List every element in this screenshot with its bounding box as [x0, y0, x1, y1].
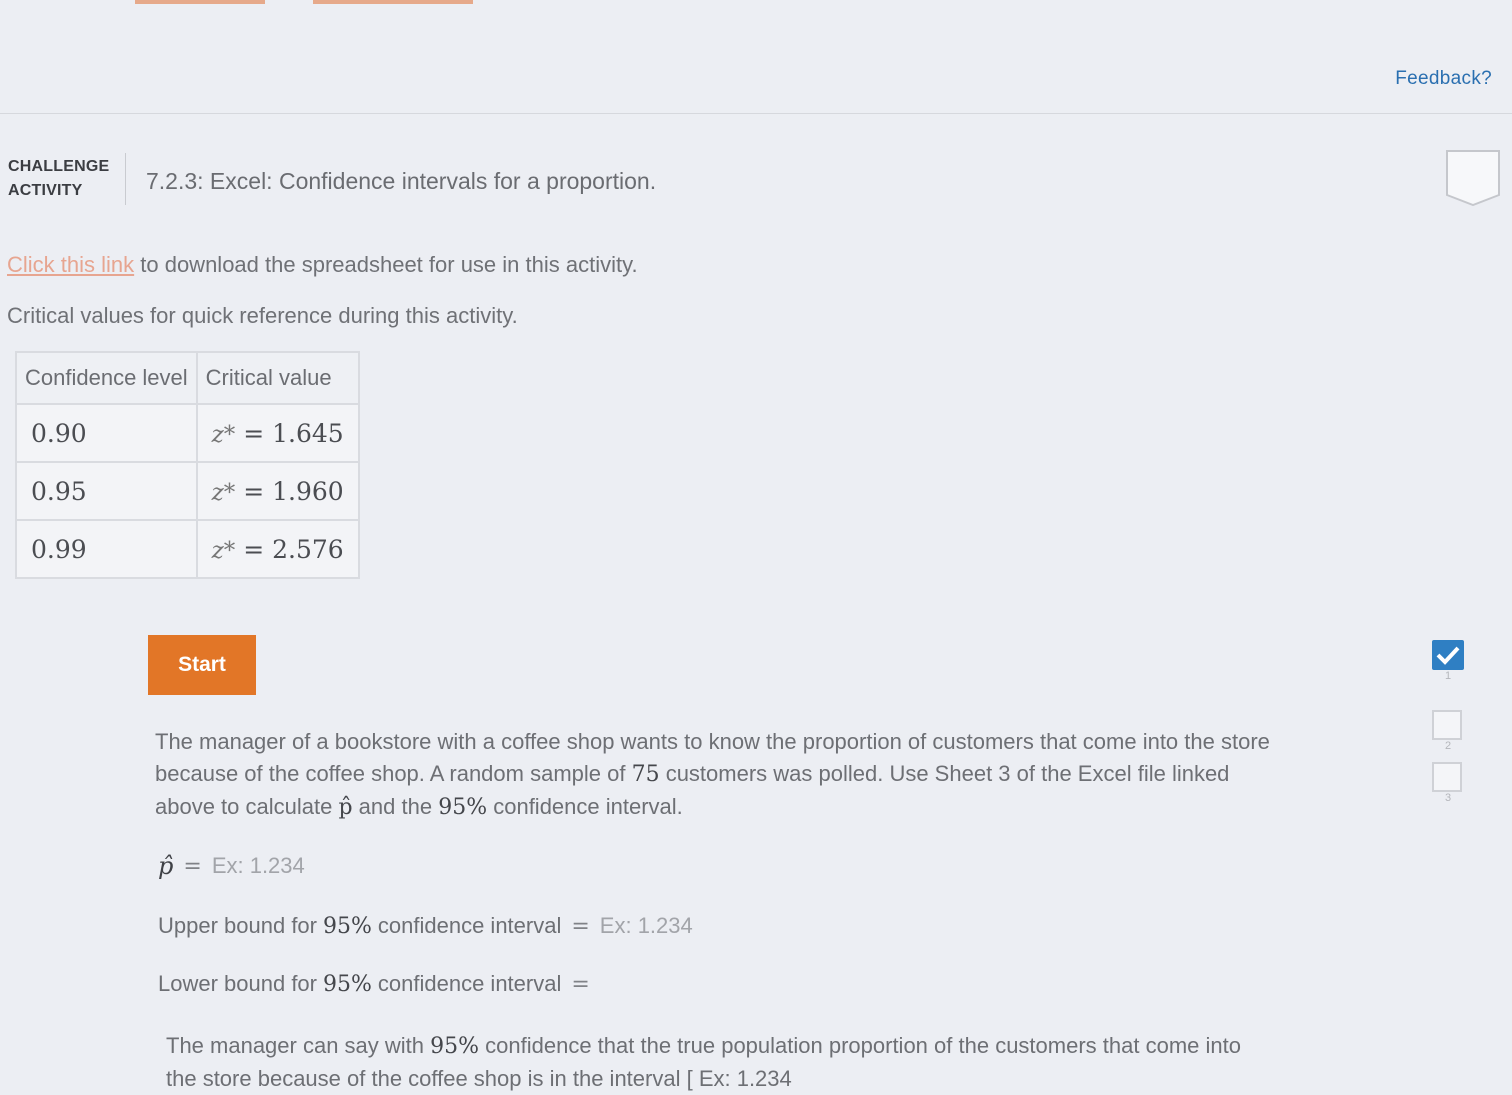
critical-value: = 2.576 [243, 534, 344, 564]
download-instruction-text: to download the spreadsheet for use in t… [134, 252, 638, 277]
feedback-link[interactable]: Feedback? [1395, 68, 1492, 90]
phat-input[interactable] [211, 853, 322, 879]
table-row: 0.90 z* = 1.645 [15, 403, 360, 463]
critical-value: = 1.645 [243, 418, 344, 448]
top-tab-indicator[interactable] [135, 0, 265, 4]
z-star-symbol: z* [211, 537, 236, 564]
critical-value-cell: z* = 1.960 [195, 461, 360, 521]
top-tab-indicator[interactable] [313, 0, 473, 4]
critical-values-table: Confidence level Critical value 0.90 z* … [15, 351, 360, 579]
top-tab-strip [0, 0, 1512, 6]
confidence-level-cell: 0.90 [15, 403, 198, 463]
problem-text: and the [352, 794, 439, 819]
column-header-critical-value: Critical value [195, 351, 360, 405]
upper-bound-row: Upper bound for 95% confidence interval … [158, 913, 710, 939]
confidence-percent: 95% [323, 971, 372, 997]
critical-value: = 1.960 [243, 476, 344, 506]
sample-size: 75 [631, 762, 660, 787]
upper-bound-label: Upper bound for [158, 913, 317, 938]
spreadsheet-download-link[interactable]: Click this link [7, 252, 134, 277]
problem-statement: The manager of a bookstore with a coffee… [155, 726, 1295, 824]
phat-symbol: p̂ [338, 795, 353, 820]
confidence-percent: 95% [323, 913, 372, 939]
start-button[interactable]: Start [148, 635, 256, 695]
equals-sign: = [571, 913, 590, 939]
lower-bound-row: Lower bound for 95% confidence interval … [158, 971, 710, 997]
challenge-activity-label: CHALLENGE ACTIVITY [8, 155, 109, 203]
completion-badge-icon [1446, 150, 1500, 206]
critical-values-intro: Critical values for quick reference duri… [7, 303, 518, 328]
lower-bound-label-suffix: confidence interval [377, 971, 562, 996]
z-star-symbol: z* [211, 421, 236, 448]
confidence-percent: 95% [430, 1034, 480, 1059]
lower-bound-input[interactable] [599, 971, 710, 997]
confidence-level-cell: 0.95 [15, 461, 198, 521]
column-header-confidence-level: Confidence level [15, 351, 198, 405]
activity-title: 7.2.3: Excel: Confidence intervals for a… [146, 168, 657, 194]
conclusion-text: The manager can say with [166, 1033, 431, 1058]
level-3-box[interactable] [1432, 762, 1462, 792]
table-row: 0.99 z* = 2.576 [15, 519, 360, 579]
upper-bound-input[interactable] [599, 913, 710, 939]
lower-bound-label: Lower bound for [158, 971, 317, 996]
upper-bound-label-suffix: confidence interval [377, 913, 562, 938]
level-number: 3 [1444, 792, 1452, 804]
level-progress: 1 2 3 [1426, 640, 1476, 804]
challenge-label-line1: CHALLENGE [8, 158, 110, 175]
phat-answer-row: p̂ = [158, 852, 322, 880]
z-star-symbol: z* [211, 479, 236, 506]
equals-sign: = [183, 853, 202, 879]
table-row: 0.95 z* = 1.960 [15, 461, 360, 521]
header-divider [0, 113, 1512, 114]
level-number: 1 [1444, 670, 1452, 682]
level-2-box[interactable] [1432, 710, 1462, 740]
level-number: 2 [1444, 740, 1452, 752]
conclusion-statement: The manager can say with 95% confidence … [166, 1030, 1266, 1095]
level-1-check-icon[interactable] [1432, 640, 1464, 670]
challenge-label-line2: ACTIVITY [8, 182, 83, 199]
confidence-percent: 95% [438, 795, 488, 820]
equals-sign: = [571, 971, 590, 997]
title-divider [125, 153, 126, 205]
phat-label: p̂ [158, 852, 174, 880]
critical-value-cell: z* = 2.576 [195, 519, 360, 579]
problem-text: confidence interval. [487, 794, 683, 819]
download-instruction: Click this link to download the spreadsh… [7, 252, 638, 278]
critical-value-cell: z* = 1.645 [195, 403, 360, 463]
confidence-level-cell: 0.99 [15, 519, 198, 579]
table-header-row: Confidence level Critical value [15, 351, 360, 405]
